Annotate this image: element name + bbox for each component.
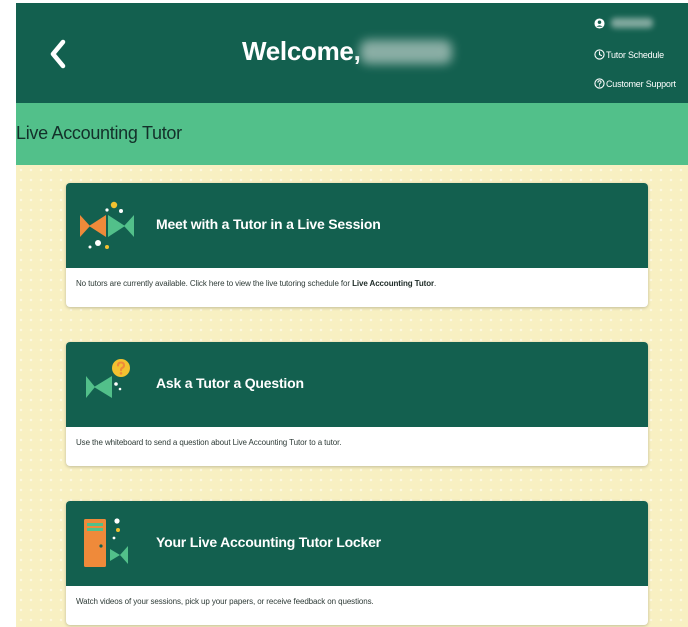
clock-icon [594, 49, 605, 60]
card-description: No tutors are currently available. Click… [76, 279, 436, 288]
card-header: Ask a Tutor a Question [66, 342, 648, 427]
question-circle-icon [594, 78, 605, 89]
card-title: Meet with a Tutor in a Live Session [156, 216, 381, 232]
card-description-link[interactable]: Live Accounting Tutor [352, 279, 434, 288]
card-title: Ask a Tutor a Question [156, 375, 304, 391]
top-header: Welcome, Tutor Schedule Customer Support [16, 3, 688, 103]
back-button[interactable] [44, 37, 74, 71]
user-icon [594, 17, 605, 29]
fish-question-icon [86, 359, 130, 398]
card-description-end: . [434, 279, 437, 288]
ask-question-card[interactable]: Ask a Tutor a Question Use the whiteboar… [66, 342, 648, 466]
user-name-redacted-small [611, 18, 653, 28]
content-area: Meet with a Tutor in a Live Session No t… [16, 165, 688, 627]
card-header: Meet with a Tutor in a Live Session [66, 183, 648, 268]
card-header: Your Live Accounting Tutor Locker [66, 501, 648, 586]
tutor-schedule-label: Tutor Schedule [606, 49, 664, 60]
customer-support-label: Customer Support [606, 78, 676, 89]
user-account[interactable] [594, 15, 653, 31]
tutor-locker-card[interactable]: Your Live Accounting Tutor Locker Watch … [66, 501, 648, 625]
tutor-schedule-link[interactable]: Tutor Schedule [594, 49, 664, 60]
welcome-heading: Welcome, [242, 36, 361, 66]
user-name-redacted [360, 40, 452, 64]
chevron-left-icon [50, 39, 66, 69]
card-description: Use the whiteboard to send a question ab… [76, 438, 342, 447]
card-description: Watch videos of your sessions, pick up y… [76, 597, 374, 606]
customer-support-link[interactable]: Customer Support [594, 78, 676, 89]
live-session-card[interactable]: Meet with a Tutor in a Live Session No t… [66, 183, 648, 307]
section-title: Live Accounting Tutor [16, 123, 182, 143]
app-frame: Welcome, Tutor Schedule Customer Support… [16, 3, 688, 627]
card-description-text: No tutors are currently available. Click… [76, 279, 353, 288]
fish-meeting-icon [80, 201, 134, 249]
card-title: Your Live Accounting Tutor Locker [156, 534, 381, 550]
locker-icon [84, 518, 128, 567]
